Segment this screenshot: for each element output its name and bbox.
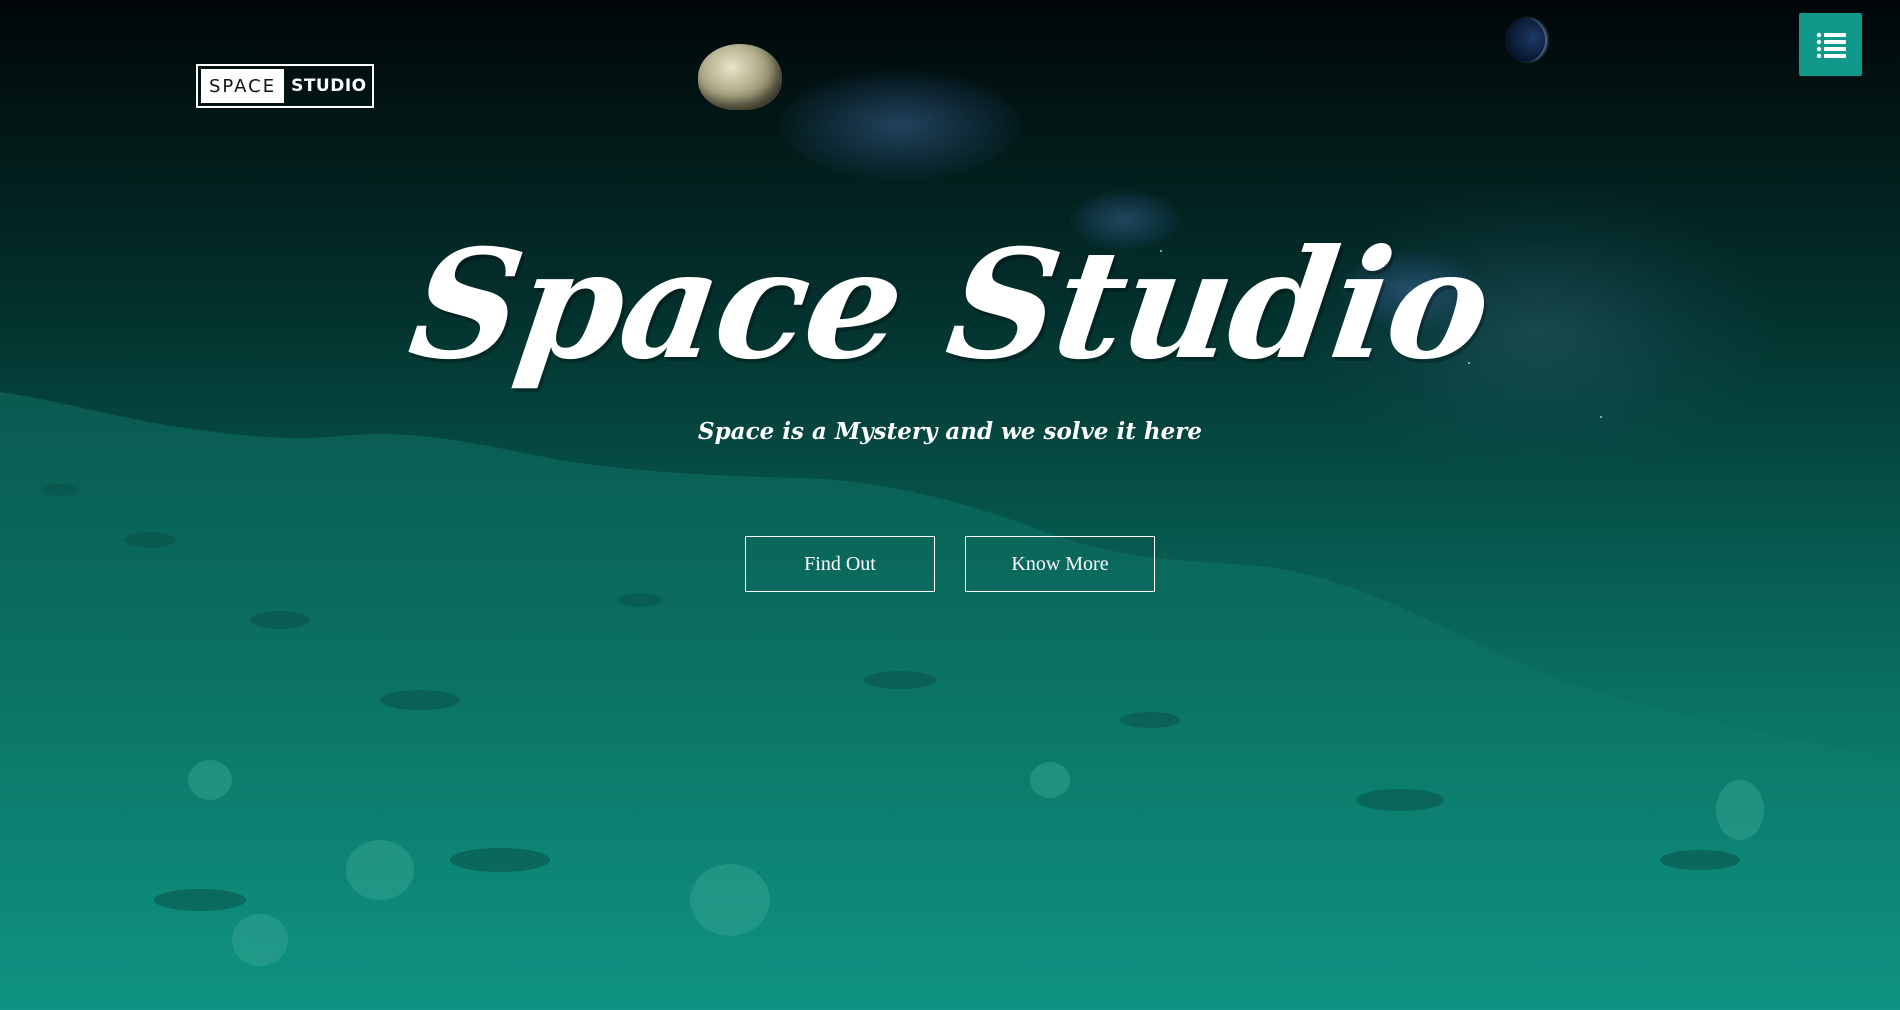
know-more-button[interactable]: Know More <box>965 536 1155 592</box>
menu-button[interactable] <box>1799 13 1862 76</box>
hero-subtitle: Space is a Mystery and we solve it here <box>697 418 1203 445</box>
logo-text-studio: STUDIO <box>291 76 367 96</box>
find-out-button[interactable]: Find Out <box>745 536 935 592</box>
hero-title: Space Studio <box>400 217 1500 393</box>
planet-rock <box>698 44 782 110</box>
logo-text-space: SPACE <box>201 69 285 103</box>
site-logo[interactable]: SPACE STUDIO <box>196 64 374 108</box>
list-menu-icon <box>1816 32 1846 58</box>
moon-surface-image <box>0 392 1900 1010</box>
distant-planet <box>1505 18 1545 62</box>
hero-section: SPACE STUDIO Space Studio Space is a Mys… <box>0 0 1900 1010</box>
